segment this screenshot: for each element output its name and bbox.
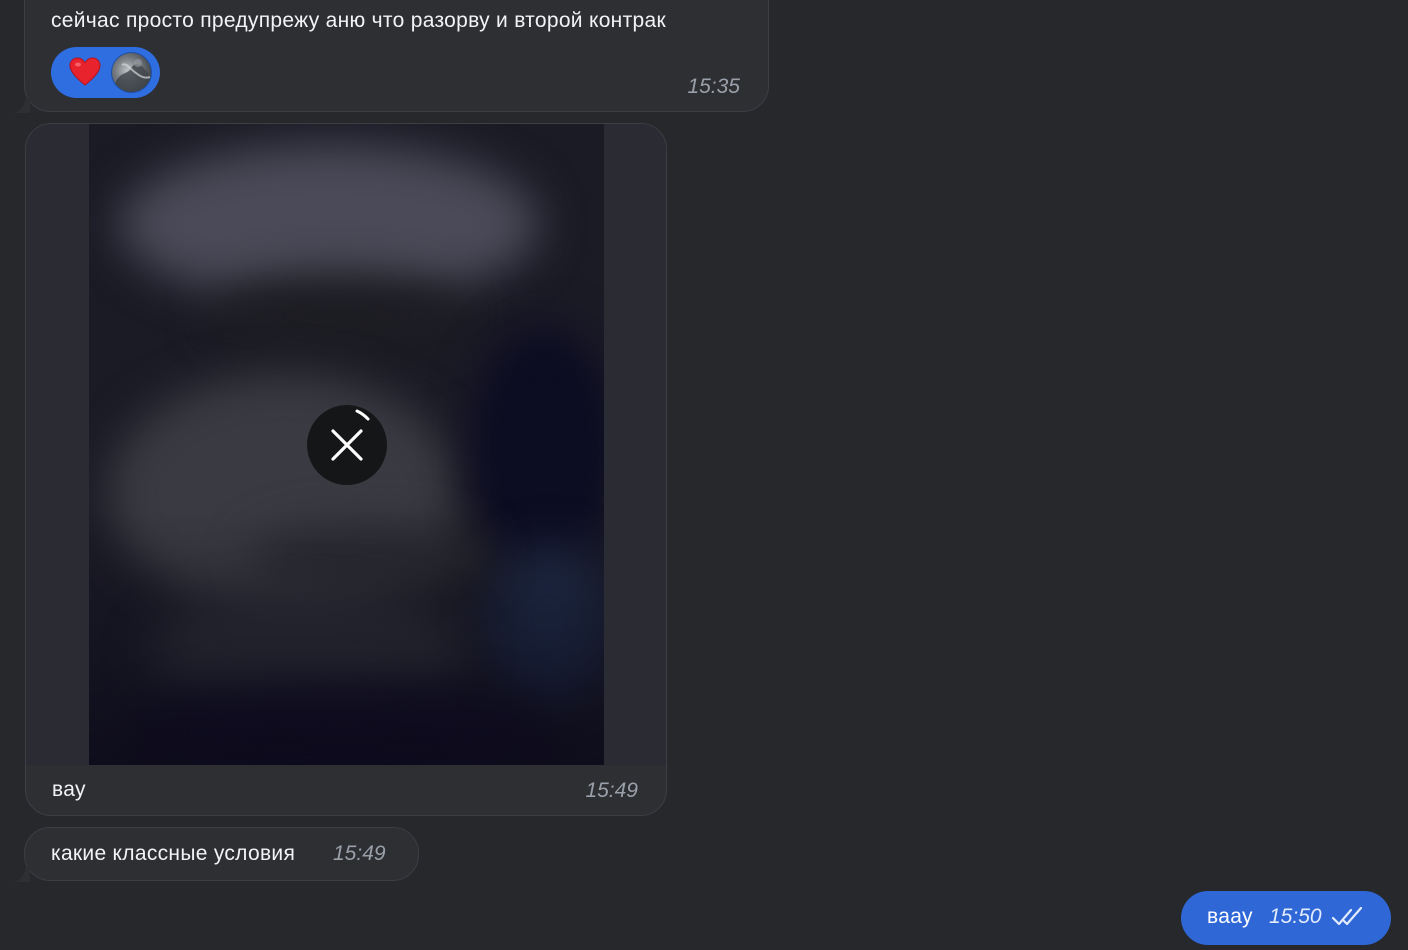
incoming-message[interactable]: какие классные условия 15:49 (24, 827, 419, 881)
message-text: сейчас просто предупрежу аню что разорву… (51, 9, 666, 32)
incoming-message[interactable]: сейчас просто предупрежу аню что разорву… (24, 0, 769, 112)
bubble-tail (14, 866, 30, 882)
message-text: какие классные условия (51, 842, 296, 865)
photo-frame (26, 124, 666, 765)
message-time: 15:49 (333, 842, 386, 865)
message-time: 15:35 (687, 75, 740, 98)
avatar[interactable] (111, 52, 152, 93)
heart-icon (69, 57, 101, 86)
bubble-tail (14, 97, 30, 113)
incoming-photo-message[interactable]: вау 15:49 (25, 123, 667, 816)
message-text: ваау (1207, 905, 1253, 928)
close-icon (331, 409, 370, 461)
photo-caption: вау (52, 778, 86, 801)
cancel-download-button[interactable] (307, 405, 387, 485)
reaction-badge[interactable] (51, 47, 160, 98)
message-time: 15:49 (585, 779, 638, 802)
double-check-icon (1331, 906, 1363, 926)
message-time: 15:50 (1269, 905, 1322, 928)
outgoing-message[interactable]: ваау 15:50 (1181, 891, 1391, 945)
